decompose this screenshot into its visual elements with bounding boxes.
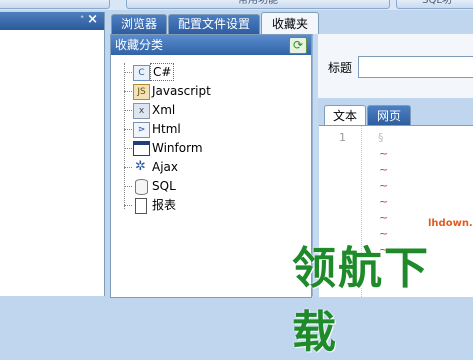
ribbon-bar: 常用功能 SQL功 bbox=[0, 0, 473, 10]
empty-line-marker: ~ bbox=[379, 195, 389, 208]
ribbon-tab-sql[interactable]: SQL功 bbox=[396, 0, 473, 9]
cursor-marker: § bbox=[378, 131, 384, 144]
javascript-icon: JS bbox=[133, 84, 150, 100]
tab-favorites[interactable]: 收藏夹 bbox=[261, 12, 319, 35]
empty-line-marker: ~ bbox=[379, 179, 389, 192]
tree-guide-line bbox=[124, 63, 125, 209]
winform-icon bbox=[133, 141, 150, 156]
tree-item-label: C# bbox=[150, 63, 175, 81]
tree-item-label: Ajax bbox=[152, 160, 178, 174]
favorites-panel: 收藏分类 ⟳ C C# JS Javascript x Xml ⋗ Html W… bbox=[110, 34, 312, 298]
ribbon-tab-1[interactable] bbox=[0, 0, 110, 9]
xml-icon: x bbox=[133, 103, 150, 119]
empty-line-marker: ~ bbox=[379, 147, 389, 160]
watermark-domain: lhdown.com bbox=[428, 218, 473, 229]
favorites-header: 收藏分类 ⟳ bbox=[111, 35, 311, 55]
tab-webpage[interactable]: 网页 bbox=[367, 105, 411, 126]
tree-item-label: SQL bbox=[152, 179, 176, 193]
csharp-icon: C bbox=[133, 65, 150, 81]
pin-icon[interactable]: ᐩ bbox=[80, 14, 84, 25]
report-icon bbox=[135, 198, 147, 214]
tab-config-settings[interactable]: 配置文件设置 bbox=[168, 14, 260, 34]
watermark-logo: 领航下载 bbox=[292, 243, 430, 358]
empty-line-marker: ~ bbox=[379, 211, 389, 224]
refresh-icon[interactable]: ⟳ bbox=[289, 37, 307, 54]
empty-line-marker: ~ bbox=[379, 163, 389, 176]
tree-item-label: Winform bbox=[152, 141, 203, 155]
favorites-header-title: 收藏分类 bbox=[115, 38, 164, 52]
tab-browser[interactable]: 浏览器 bbox=[111, 14, 167, 34]
html-icon: ⋗ bbox=[133, 122, 150, 138]
line-number: 1 bbox=[339, 131, 346, 144]
ajax-icon: ✲ bbox=[135, 159, 146, 174]
title-label: 标题 bbox=[328, 61, 353, 75]
tree-item-label: 报表 bbox=[152, 198, 177, 212]
tree-item-label: Xml bbox=[152, 103, 176, 117]
close-icon[interactable]: × bbox=[87, 12, 98, 27]
tree-item-label: Javascript bbox=[152, 84, 211, 98]
tab-text[interactable]: 文本 bbox=[324, 105, 366, 126]
ribbon-tab-common[interactable]: 常用功能 bbox=[126, 0, 390, 9]
left-pane bbox=[0, 12, 105, 296]
sql-icon bbox=[135, 179, 148, 195]
left-pane-header: ᐩ × bbox=[0, 12, 104, 30]
title-input[interactable] bbox=[358, 56, 473, 78]
tree-item-label: Html bbox=[152, 122, 181, 136]
